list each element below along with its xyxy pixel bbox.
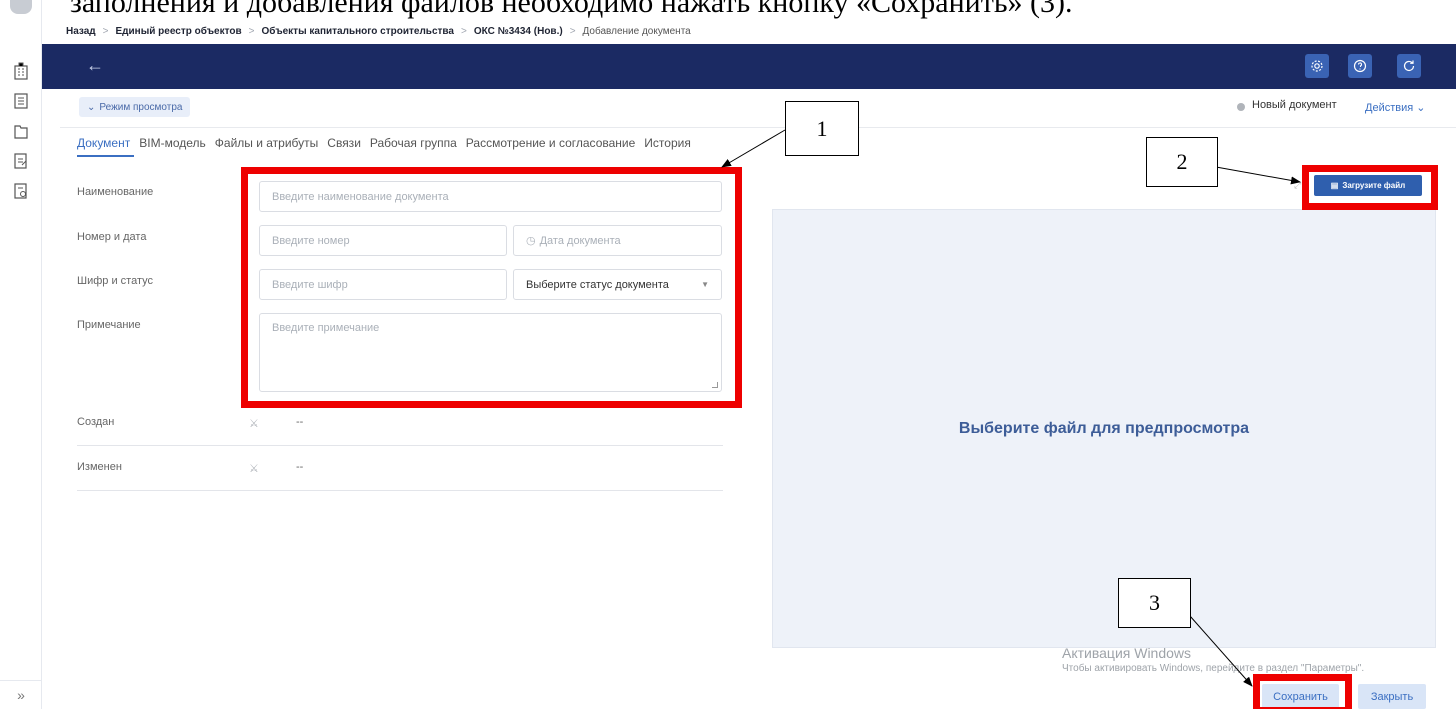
breadcrumb-current: Добавление документа (582, 25, 691, 37)
tab-work-group[interactable]: Рабочая группа (370, 136, 457, 150)
help-icon[interactable] (1348, 54, 1372, 78)
callout-1: 1 (785, 101, 859, 156)
view-mode-label: Режим просмотра (99, 101, 183, 113)
document-search-icon[interactable] (13, 182, 29, 200)
windows-activation-title: Активация Windows (1062, 645, 1192, 661)
modified-value: -- (296, 461, 304, 473)
preview-placeholder: Выберите файл для предпросмотра (958, 419, 1250, 437)
chevron-right-icon: > (248, 25, 255, 37)
callout-3: 3 (1118, 578, 1191, 628)
breadcrumb-registry[interactable]: Единый реестр объектов (116, 26, 242, 37)
tab-history[interactable]: История (644, 136, 691, 150)
tab-bar: Документ BIM-модель Файлы и атрибуты Свя… (77, 136, 700, 150)
note-label: Примечание (77, 319, 141, 331)
highlight-form (241, 167, 742, 408)
cipher-status-label: Шифр и статус (77, 275, 153, 287)
user-group-icon: ⚔ (249, 418, 259, 430)
view-mode-toggle[interactable]: ⌄ Режим просмотра (79, 97, 191, 117)
settings-icon[interactable] (1305, 54, 1329, 78)
tab-links[interactable]: Связи (327, 136, 361, 150)
divider (77, 490, 723, 491)
callout-2: 2 (1146, 137, 1218, 187)
close-button[interactable]: Закрыть (1358, 684, 1426, 709)
emblem-logo (10, 0, 32, 14)
breadcrumb: Назад > Единый реестр объектов > Объекты… (66, 23, 691, 39)
chevron-right-icon: > (569, 25, 576, 37)
active-tab-indicator (77, 155, 134, 157)
created-label: Создан (77, 416, 115, 428)
breadcrumb-back[interactable]: Назад (66, 26, 96, 37)
status-dot (1237, 103, 1245, 111)
modified-label: Изменен (77, 461, 122, 473)
chevron-down-icon: ⌄ (87, 101, 96, 113)
left-rail: » (0, 0, 42, 709)
tab-document[interactable]: Документ (77, 136, 130, 150)
document-status: Новый документ (1252, 99, 1337, 111)
header-bar: ← (42, 44, 1456, 89)
tab-bim-model[interactable]: BIM-модель (139, 136, 206, 150)
divider (60, 127, 1456, 128)
chevron-right-icon: > (102, 25, 109, 37)
tab-files-attributes[interactable]: Файлы и атрибуты (215, 136, 319, 150)
refresh-icon[interactable] (1397, 54, 1421, 78)
actions-dropdown[interactable]: Действия ⌄ (1365, 101, 1425, 114)
name-label: Наименование (77, 186, 154, 198)
registry-icon[interactable] (13, 92, 29, 110)
highlight-save (1253, 674, 1352, 709)
breadcrumb-capital-objects[interactable]: Объекты капитального строительства (262, 26, 455, 37)
expand-rail-button[interactable]: » (0, 680, 42, 709)
buildings-icon[interactable] (13, 62, 29, 80)
highlight-upload (1302, 165, 1438, 210)
breadcrumb-object[interactable]: ОКС №3434 (Нов.) (474, 26, 563, 37)
user-group-icon: ⚔ (249, 463, 259, 475)
expand-icon[interactable]: ⤢ (1294, 180, 1301, 191)
divider (77, 445, 723, 446)
arrow-left-icon[interactable]: ← (86, 55, 104, 76)
folder-icon[interactable] (13, 122, 29, 140)
chevron-right-icon: > (461, 25, 467, 37)
number-date-label: Номер и дата (77, 231, 147, 243)
tab-review-approval[interactable]: Рассмотрение и согласование (466, 136, 635, 150)
created-value: -- (296, 416, 304, 428)
document-caption: заполнения и добавления файлов необходим… (70, 0, 1073, 19)
file-preview-area: Выберите файл для предпросмотра (772, 209, 1436, 648)
windows-activation-text: Чтобы активировать Windows, перейдите в … (1062, 663, 1365, 674)
document-edit-icon[interactable] (13, 152, 29, 170)
actions-label: Действия (1365, 102, 1414, 114)
